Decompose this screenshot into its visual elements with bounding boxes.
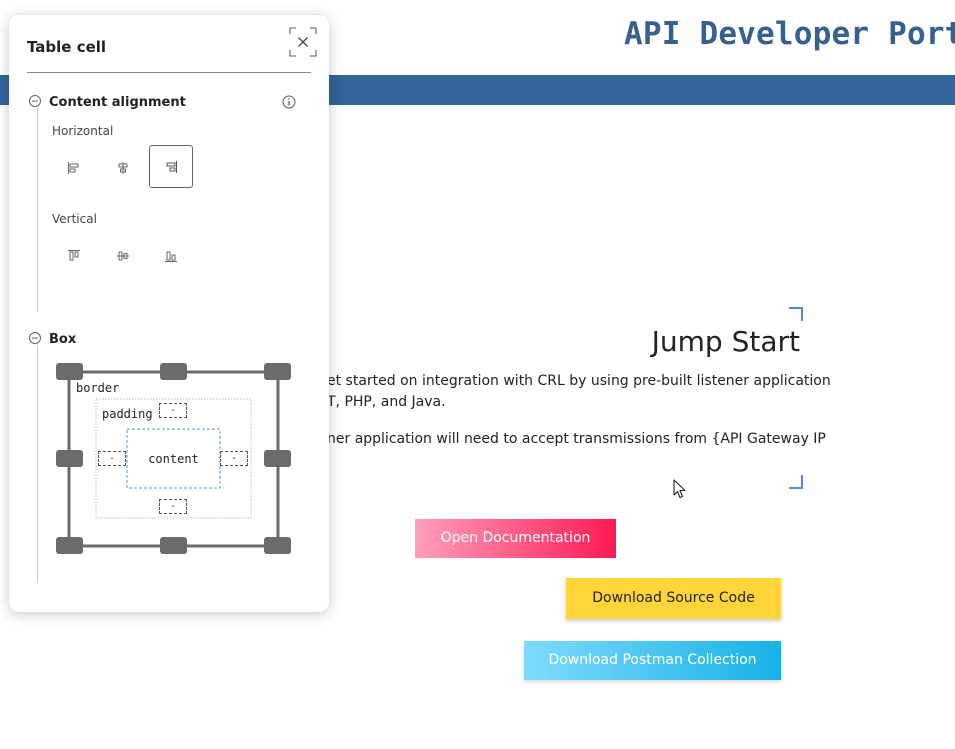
panel-title: Table cell xyxy=(27,38,107,56)
border-handle-bottom-left[interactable] xyxy=(56,537,83,554)
border-handle-top-right[interactable] xyxy=(264,363,291,380)
content-alignment-section-line xyxy=(37,108,38,312)
open-documentation-button[interactable]: Open Documentation xyxy=(415,519,616,558)
expand-icon xyxy=(289,27,317,57)
align-top-button[interactable] xyxy=(52,234,96,277)
jump-start-title: Jump Start xyxy=(651,325,800,358)
box-section-line xyxy=(37,345,38,583)
align-middle-button[interactable] xyxy=(101,234,145,277)
jump-start-text-line-3: ner application will need to accept tran… xyxy=(327,431,826,447)
align-top-icon xyxy=(68,249,80,260)
align-left-button[interactable] xyxy=(52,146,96,189)
border-handle-top[interactable] xyxy=(160,363,187,380)
border-handle-top-left[interactable] xyxy=(56,363,83,380)
padding-bottom-field[interactable]: - xyxy=(159,499,187,514)
border-handle-right[interactable] xyxy=(264,450,291,467)
panel-divider xyxy=(27,72,311,73)
horizontal-label: Horizontal xyxy=(52,124,114,138)
selection-corner-bottom-right xyxy=(789,475,803,489)
align-left-icon xyxy=(68,161,79,174)
padding-right-field[interactable]: - xyxy=(220,451,248,466)
content-alignment-title: Content alignment xyxy=(49,95,186,110)
border-handle-bottom-right[interactable] xyxy=(264,537,291,554)
jump-start-text-line-1: et started on integration with CRL by us… xyxy=(327,373,831,389)
info-icon[interactable] xyxy=(282,95,296,109)
align-bottom-icon xyxy=(165,251,177,262)
padding-left-field[interactable]: - xyxy=(98,451,126,466)
box-model-editor: border padding content - - - - xyxy=(56,363,293,556)
vertical-label: Vertical xyxy=(52,212,97,226)
align-right-button[interactable] xyxy=(149,145,193,188)
align-bottom-button[interactable] xyxy=(149,234,193,277)
align-middle-icon xyxy=(117,251,129,260)
content-label: content xyxy=(148,452,199,466)
jump-start-text-line-2: T, PHP, and Java. xyxy=(327,394,446,410)
table-cell-panel: Table cell Content alignment Horizontal xyxy=(9,15,329,612)
selection-corner-top-right xyxy=(789,307,803,321)
padding-top-field[interactable]: - xyxy=(159,403,187,418)
border-label: border xyxy=(76,381,120,395)
close-icon xyxy=(298,37,308,47)
download-source-code-button[interactable]: Download Source Code xyxy=(566,578,781,619)
align-center-icon xyxy=(118,161,128,174)
border-handle-bottom[interactable] xyxy=(160,537,187,554)
box-title: Box xyxy=(49,332,77,347)
collapse-content-alignment-icon[interactable] xyxy=(29,95,41,107)
collapse-box-icon[interactable] xyxy=(29,332,41,344)
padding-label: padding xyxy=(102,407,153,421)
download-postman-collection-button[interactable]: Download Postman Collection xyxy=(524,641,781,680)
page-title: API Developer Portal xyxy=(624,16,955,52)
align-right-icon xyxy=(166,160,177,173)
border-handle-left[interactable] xyxy=(56,450,83,467)
expand-close-button[interactable] xyxy=(289,27,317,57)
mouse-pointer-icon xyxy=(673,479,686,499)
align-center-button[interactable] xyxy=(101,146,145,189)
